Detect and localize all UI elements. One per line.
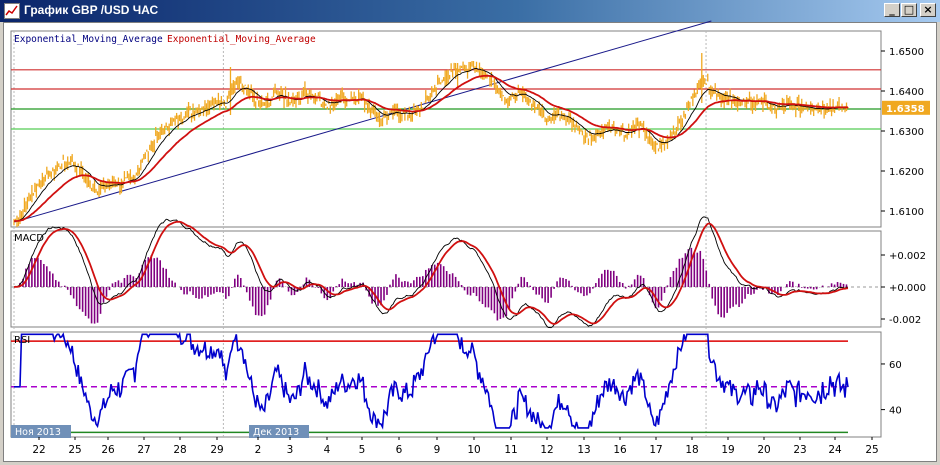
x-axis-label: 22 xyxy=(32,444,45,456)
rsi-panel-label: RSI xyxy=(14,335,30,346)
x-axis-label: 16 xyxy=(613,444,627,456)
legend-ema-fast: Exponential_Moving_Average xyxy=(14,34,163,45)
x-axis-label: 28 xyxy=(173,444,186,456)
macd-panel-label: MACD xyxy=(14,233,44,244)
chart-canvas[interactable]: 1.6100 1.6200 1.6300 1.6400 1.6500 1.6358 Expo… xyxy=(0,0,940,465)
x-axis-label: 5 xyxy=(359,444,366,456)
x-axis-label: 26 xyxy=(101,444,115,456)
x-axis-label: 10 xyxy=(467,444,480,456)
x-axis-label: 23 xyxy=(793,444,806,456)
macd-axis-label: +0.002 xyxy=(889,251,926,262)
rsi-axis-label: 60 xyxy=(889,360,902,371)
x-axis-label: 20 xyxy=(757,444,770,456)
panel-frame-2 xyxy=(10,331,882,438)
x-axis-label: 25 xyxy=(865,444,878,456)
x-axis-label: 3 xyxy=(287,444,294,456)
legend-ema-slow: Exponential_Moving_Average xyxy=(167,34,316,45)
price-axis-label: 1.6200 xyxy=(889,167,924,178)
x-axis-label: 27 xyxy=(137,444,150,456)
price-axis-label: 1.6400 xyxy=(889,87,924,98)
x-axis-label: 4 xyxy=(324,444,331,456)
x-axis-label: 2 xyxy=(255,444,262,456)
date-tag-label: Ноя 2013 xyxy=(15,427,61,438)
x-axis-label: 19 xyxy=(721,444,734,456)
x-axis-label: 25 xyxy=(68,444,81,456)
x-axis-label: 24 xyxy=(828,444,842,456)
price-axis-label: 1.6500 xyxy=(889,47,924,58)
x-axis-label: 11 xyxy=(504,444,517,456)
x-axis-label: 13 xyxy=(577,444,590,456)
x-axis-label: 18 xyxy=(685,444,698,456)
x-axis-label: 29 xyxy=(210,444,223,456)
x-axis-label: 9 xyxy=(434,444,441,456)
price-axis-label: 1.6300 xyxy=(889,127,924,138)
macd-axis-label: -0.002 xyxy=(889,315,921,326)
x-axis-label: 6 xyxy=(396,444,403,456)
rsi-axis-label: 40 xyxy=(889,406,902,417)
macd-axis-label: +0.000 xyxy=(889,283,926,294)
price-axis-label: 1.6100 xyxy=(889,207,924,218)
x-axis-label: 17 xyxy=(649,444,662,456)
x-axis-label: 12 xyxy=(540,444,553,456)
date-tag-label: Дек 2013 xyxy=(253,427,299,438)
current-price-label: 1.6358 xyxy=(886,104,925,115)
